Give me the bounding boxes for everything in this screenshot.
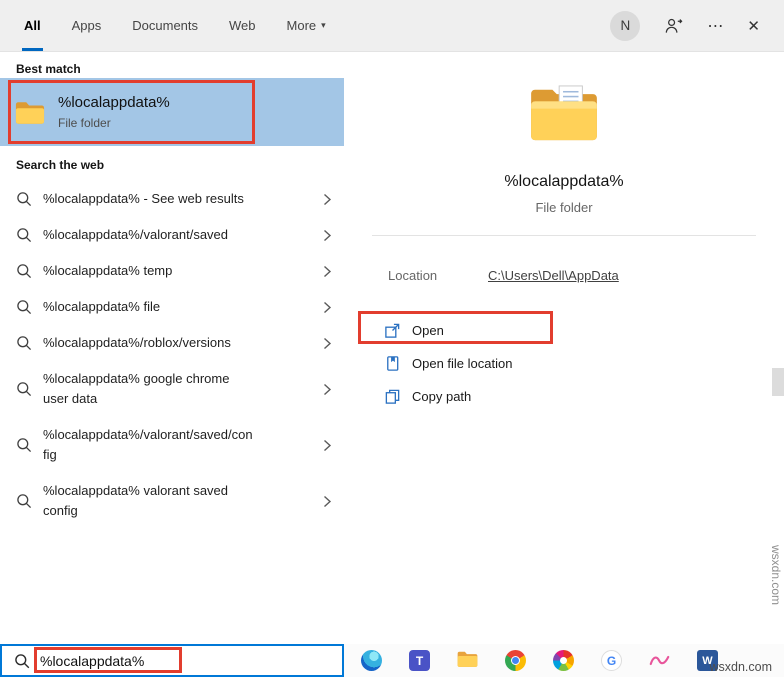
tab-apps-label: Apps <box>72 18 102 33</box>
suggestion-row[interactable]: %localappdata%/valorant/saved/config <box>0 417 344 473</box>
suggestion-text: %localappdata%/valorant/saved/config <box>43 425 255 465</box>
tab-more[interactable]: More ▾ <box>285 0 328 51</box>
search-icon <box>14 653 30 669</box>
search-the-web-header: Search the web <box>16 158 104 172</box>
open-file-location-action[interactable]: Open file location <box>356 347 772 380</box>
search-bar <box>0 644 344 677</box>
chevron-right-icon[interactable] <box>323 337 332 350</box>
best-match-subtitle: File folder <box>58 116 170 130</box>
close-icon[interactable]: ✕ <box>747 17 760 35</box>
tab-documents[interactable]: Documents <box>130 0 200 51</box>
suggestion-row[interactable]: %localappdata% temp <box>0 253 344 289</box>
search-icon <box>16 299 32 315</box>
tab-documents-label: Documents <box>132 18 198 33</box>
folder-icon-large <box>529 84 599 142</box>
tab-all[interactable]: All <box>22 0 43 51</box>
open-file-location-label: Open file location <box>412 356 512 371</box>
chevron-right-icon[interactable] <box>323 301 332 314</box>
best-match-result[interactable]: %localappdata% File folder <box>0 78 344 146</box>
tab-list: All Apps Documents Web More ▾ <box>0 0 328 51</box>
avatar[interactable]: N <box>610 11 640 41</box>
preview-actions: Open Open file location Copy path <box>356 314 772 413</box>
chevron-right-icon[interactable] <box>323 193 332 206</box>
tab-apps[interactable]: Apps <box>70 0 104 51</box>
google-icon[interactable] <box>601 650 622 671</box>
chevron-right-icon[interactable] <box>323 439 332 452</box>
suggestion-text: %localappdata% valorant saved config <box>43 481 255 521</box>
chevron-right-icon[interactable] <box>323 383 332 396</box>
suggestion-row[interactable]: %localappdata% valorant saved config <box>0 473 344 529</box>
suggestion-text: %localappdata% file <box>43 297 160 317</box>
topbar-right-controls: N ⋯ ✕ <box>610 11 784 41</box>
copy-path-action[interactable]: Copy path <box>356 380 772 413</box>
search-input[interactable] <box>40 646 342 675</box>
tab-web-label: Web <box>229 18 256 33</box>
preview-panel: %localappdata% File folder Location C:\U… <box>356 52 772 644</box>
tab-web[interactable]: Web <box>227 0 258 51</box>
edge-icon[interactable] <box>361 650 382 671</box>
suggestion-row[interactable]: %localappdata% - See web results <box>0 181 344 217</box>
watermark-side: wsxdn.com <box>769 545 783 605</box>
teams-icon[interactable] <box>409 650 430 671</box>
feedback-icon[interactable] <box>664 16 683 35</box>
best-match-header: Best match <box>16 62 81 76</box>
open-file-location-icon <box>384 355 401 372</box>
suggestion-row[interactable]: %localappdata% file <box>0 289 344 325</box>
search-icon <box>16 335 32 351</box>
suggestion-text: %localappdata% google chrome user data <box>43 369 255 409</box>
suggestion-text: %localappdata% temp <box>43 261 172 281</box>
suggestion-text: %localappdata% - See web results <box>43 189 244 209</box>
results-panel: Best match %localappdata% File folder Se… <box>0 52 344 644</box>
scrollbar-thumb[interactable] <box>772 368 784 396</box>
suggestion-text: %localappdata%/valorant/saved <box>43 225 228 245</box>
open-action[interactable]: Open <box>356 314 772 347</box>
search-icon <box>16 437 32 453</box>
suggestion-row[interactable]: %localappdata%/valorant/saved <box>0 217 344 253</box>
pinwheel-icon[interactable] <box>553 650 574 671</box>
chrome-icon[interactable] <box>505 650 526 671</box>
preview-header: %localappdata% File folder <box>356 52 772 215</box>
suggestion-text: %localappdata%/roblox/versions <box>43 333 231 353</box>
search-icon <box>16 493 32 509</box>
file-explorer-icon[interactable] <box>457 650 478 671</box>
chevron-right-icon[interactable] <box>323 265 332 278</box>
search-icon <box>16 191 32 207</box>
folder-icon <box>15 100 45 125</box>
preview-divider <box>372 235 756 236</box>
open-action-label: Open <box>412 323 444 338</box>
search-icon <box>16 263 32 279</box>
more-options-icon[interactable]: ⋯ <box>707 16 723 36</box>
watermark-bottom: wsxdn.com <box>709 660 772 674</box>
location-link[interactable]: C:\Users\Dell\AppData <box>488 268 619 283</box>
preview-title: %localappdata% <box>356 173 772 191</box>
ink-app-icon[interactable] <box>649 650 670 671</box>
best-match-title: %localappdata% <box>58 94 170 111</box>
web-suggestions-list: %localappdata% - See web results %locala… <box>0 181 344 529</box>
chevron-right-icon[interactable] <box>323 229 332 242</box>
chevron-right-icon[interactable] <box>323 495 332 508</box>
preview-subtitle: File folder <box>356 200 772 215</box>
search-icon <box>16 227 32 243</box>
location-label: Location <box>388 268 488 283</box>
chevron-down-icon: ▾ <box>321 20 326 31</box>
suggestion-row[interactable]: %localappdata% google chrome user data <box>0 361 344 417</box>
search-filter-bar: All Apps Documents Web More ▾ N ⋯ ✕ <box>0 0 784 52</box>
location-row: Location C:\Users\Dell\AppData <box>356 260 772 290</box>
copy-path-label: Copy path <box>412 389 471 404</box>
suggestion-row[interactable]: %localappdata%/roblox/versions <box>0 325 344 361</box>
open-icon <box>384 322 401 339</box>
search-icon <box>16 381 32 397</box>
tab-all-label: All <box>24 18 41 33</box>
copy-path-icon <box>384 388 401 405</box>
tab-more-label: More <box>287 18 317 33</box>
